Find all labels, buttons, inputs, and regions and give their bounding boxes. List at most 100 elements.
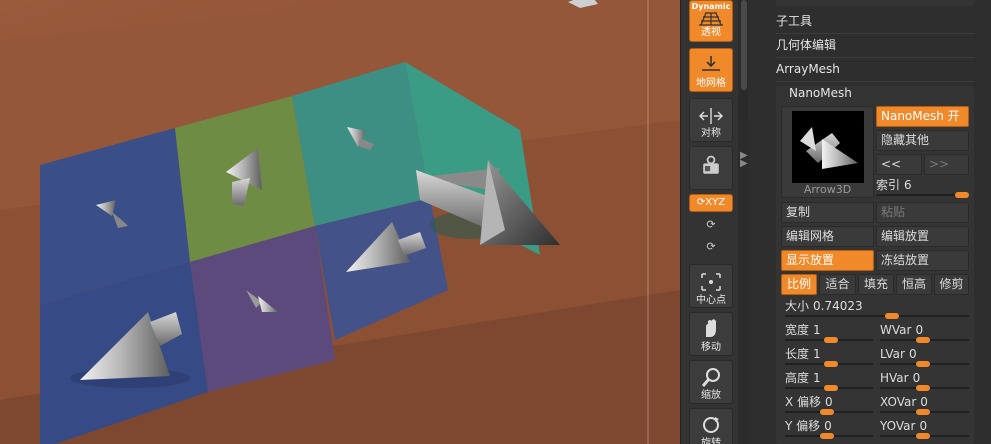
perspective-grid-icon	[699, 12, 723, 26]
lvar-label: LVar	[880, 347, 905, 361]
hvar-slider[interactable]: HVar 0	[880, 370, 969, 392]
y-offset-knob[interactable]	[820, 433, 834, 439]
next-button[interactable]: >>	[924, 154, 969, 175]
xovar-value: 0	[920, 395, 928, 409]
width-value: 1	[813, 323, 821, 337]
prev-button[interactable]: <<	[876, 154, 922, 175]
x-offset-slider[interactable]: X 偏移 0	[785, 394, 873, 416]
lvar-value: 0	[908, 347, 917, 361]
size-label: 大小	[785, 299, 810, 313]
xyz-button[interactable]: ⟳XYZ	[689, 194, 733, 212]
xovar-slider[interactable]: XOVar 0	[880, 394, 969, 416]
perspective-button[interactable]: Dynamic 透视	[689, 0, 733, 42]
length-slider[interactable]: 长度 1	[785, 346, 873, 368]
xovar-knob[interactable]	[916, 409, 930, 415]
floor-grid-icon	[702, 56, 720, 71]
camera-lock-icon	[703, 155, 719, 174]
center-point-button[interactable]: 中心点	[689, 264, 733, 308]
size-slider[interactable]: 大小 0.74023	[785, 298, 969, 320]
yovar-slider[interactable]: YOVar 0	[880, 418, 969, 440]
rotate-button[interactable]: 旋转	[689, 408, 733, 444]
dynamic-badge: Dynamic	[691, 2, 731, 11]
paste-button[interactable]: 粘贴	[876, 202, 969, 223]
nanomesh-thumbnail[interactable]: Arrow3D	[781, 106, 874, 198]
arraymesh-subpalette[interactable]: ArrayMesh	[776, 58, 976, 80]
size-value: 0.74023	[813, 299, 863, 313]
rotate-icon	[703, 417, 719, 433]
length-knob[interactable]	[824, 361, 838, 367]
copy-button[interactable]: 复制	[781, 202, 874, 223]
arrow3d-icon	[800, 127, 858, 169]
palette-edge	[776, 0, 974, 6]
rotate-y-icon[interactable]: ⟳	[703, 218, 719, 234]
symmetry-button[interactable]: 对称	[689, 98, 733, 142]
hvar-knob[interactable]	[916, 385, 930, 391]
floor-grid-button[interactable]: 地网格	[689, 48, 733, 92]
nanomesh-title[interactable]: NanoMesh	[789, 84, 852, 102]
wvar-slider[interactable]: WVar 0	[880, 322, 969, 344]
shelf-scroll-thumb[interactable]	[741, 0, 747, 90]
mode-fit-button[interactable]: 适合	[819, 274, 856, 295]
index-slider[interactable]: 索引 6	[876, 177, 969, 199]
rotate-label: 旋转	[701, 438, 721, 444]
y-offset-slider[interactable]: Y 偏移 0	[785, 418, 873, 440]
right-shelf: Dynamic 透视 地网格 对称 ⟳XYZ ⟳ ⟳ 中心点 移动 缩放 旋转	[680, 0, 738, 444]
geometry-subpalette[interactable]: 几何体编辑	[776, 34, 976, 56]
scale-button[interactable]: 缩放	[689, 360, 733, 404]
y-offset-label: Y 偏移	[785, 419, 821, 433]
wvar-value: 0	[915, 323, 924, 337]
height-label: 高度	[785, 371, 810, 385]
arrow3d-preview	[792, 111, 864, 183]
size-knob[interactable]	[885, 313, 899, 319]
x-offset-value: 0	[825, 395, 833, 409]
length-label: 长度	[785, 347, 810, 361]
mode-constant-height-button[interactable]: 恒高	[896, 274, 932, 295]
move-hand-icon	[706, 319, 716, 337]
hvar-value: 0	[912, 371, 921, 385]
xovar-label: XOVar	[880, 395, 917, 409]
width-label: 宽度	[785, 323, 810, 337]
y-offset-value: 0	[824, 419, 832, 433]
subtool-subpalette[interactable]: 子工具	[776, 10, 976, 32]
index-knob[interactable]	[955, 192, 969, 198]
move-label: 移动	[701, 342, 721, 353]
width-knob[interactable]	[824, 337, 838, 343]
scale-label: 缩放	[701, 390, 721, 401]
edit-mesh-button[interactable]: 编辑网格	[781, 226, 874, 247]
wvar-knob[interactable]	[916, 337, 930, 343]
xyz-label: XYZ	[705, 197, 726, 208]
perspective-label: 透视	[701, 27, 721, 38]
yovar-label: YOVar	[880, 419, 916, 433]
mode-fill-button[interactable]: 填充	[858, 274, 894, 295]
mode-ratio-button[interactable]: 比例	[781, 274, 817, 295]
edit-placement-button[interactable]: 编辑放置	[876, 226, 969, 247]
height-knob[interactable]	[824, 385, 838, 391]
collapse-arrow-icon[interactable]: ▶ ▶	[740, 151, 748, 169]
divider	[776, 81, 974, 82]
camera-button[interactable]	[689, 146, 733, 190]
size-track	[785, 315, 969, 317]
width-slider[interactable]: 宽度 1	[785, 322, 873, 344]
freeze-placement-button[interactable]: 冻结放置	[876, 250, 969, 271]
symmetry-icon	[699, 108, 723, 124]
floor-grid-label: 地网格	[696, 78, 726, 89]
yovar-knob[interactable]	[916, 433, 930, 439]
length-value: 1	[813, 347, 821, 361]
thumbnail-label: Arrow3D	[803, 183, 852, 196]
x-offset-label: X 偏移	[785, 395, 822, 409]
viewport-scene	[0, 0, 680, 444]
hvar-label: HVar	[880, 371, 909, 385]
mode-trim-button[interactable]: 修剪	[934, 274, 969, 295]
lvar-knob[interactable]	[916, 361, 930, 367]
show-placement-button[interactable]: 显示放置	[781, 250, 874, 271]
rotate-z-icon[interactable]: ⟳	[703, 240, 719, 256]
move-button[interactable]: 移动	[689, 312, 733, 356]
lvar-slider[interactable]: LVar 0	[880, 346, 969, 368]
x-offset-knob[interactable]	[820, 409, 834, 415]
height-slider[interactable]: 高度 1	[785, 370, 873, 392]
canvas-viewport[interactable]	[0, 0, 680, 444]
yovar-value: 0	[919, 419, 928, 433]
hide-others-button[interactable]: 隐藏其他	[876, 130, 969, 151]
nanomesh-on-toggle[interactable]: NanoMesh 开	[876, 106, 969, 127]
scale-magnifier-icon	[701, 368, 720, 387]
